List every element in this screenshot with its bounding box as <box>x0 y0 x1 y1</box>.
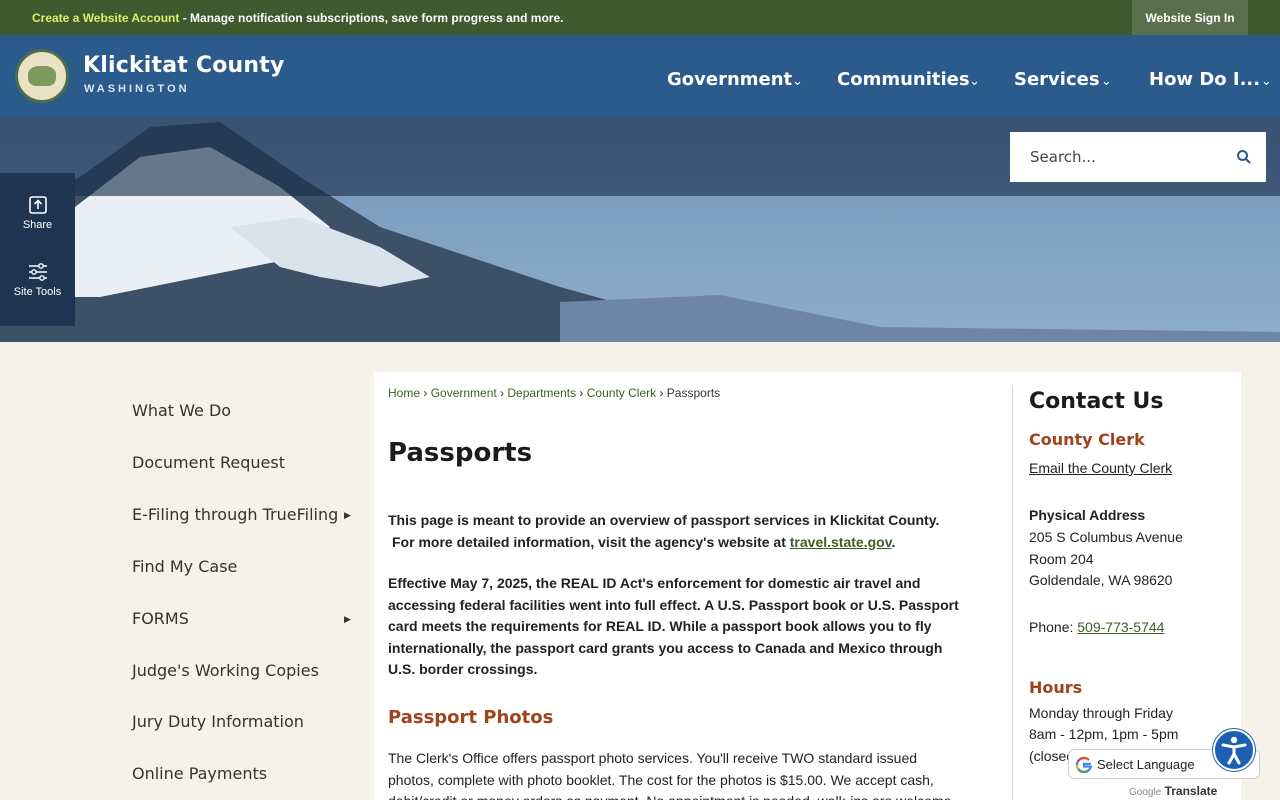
left-nav-forms[interactable]: FORMS <box>132 609 189 628</box>
share-label: Share <box>22 219 53 231</box>
hours-heading: Hours <box>1029 678 1083 697</box>
left-nav-e-filing[interactable]: E-Filing through TrueFiling <box>132 505 338 524</box>
breadcrumb-government[interactable]: Government <box>431 386 497 400</box>
phone-line: Phone: 509-773-5744 <box>1029 619 1164 635</box>
intro-text: For more detailed information, visit the… <box>392 533 790 550</box>
submenu-arrow-icon[interactable]: ▶ <box>344 510 351 521</box>
real-id-line: internationally, the passport card grant… <box>388 639 943 656</box>
sign-in-button[interactable]: Website Sign In <box>1132 0 1248 35</box>
share-icon <box>28 196 47 214</box>
breadcrumb-departments[interactable]: Departments <box>507 386 576 400</box>
hours-line: 8am - 12pm, 1pm - 5pm <box>1029 726 1179 742</box>
hero-banner <box>0 117 1280 342</box>
left-nav-what-we-do[interactable]: What We Do <box>132 401 231 420</box>
phone-label: Phone: <box>1029 619 1078 635</box>
breadcrumb-home[interactable]: Home <box>388 386 420 400</box>
sliders-icon <box>28 263 47 281</box>
submenu-arrow-icon[interactable]: ▶ <box>344 614 351 625</box>
nav-communities[interactable]: Communities <box>837 69 970 90</box>
column-divider <box>1012 386 1013 800</box>
share-button[interactable]: Share <box>0 195 75 231</box>
accessibility-icon[interactable] <box>1213 729 1255 771</box>
breadcrumb-county-clerk[interactable]: County Clerk <box>587 386 656 400</box>
county-seal-logo[interactable] <box>15 49 69 103</box>
intro-line-2: For more detailed information, visit the… <box>388 532 988 554</box>
language-select-label: Select Language <box>1097 757 1195 772</box>
breadcrumb-current: Passports <box>666 386 721 400</box>
chevron-down-icon[interactable]: ⌄ <box>1101 73 1112 89</box>
notification-message: Create a Website Account - Manage notifi… <box>32 11 563 25</box>
search-box <box>1010 132 1266 182</box>
breadcrumb: Home › Government › Departments › County… <box>388 386 721 400</box>
address-line: Room 204 <box>1029 551 1094 567</box>
powered-by-google: Google Translate <box>1129 784 1217 798</box>
contact-department: County Clerk <box>1029 430 1145 449</box>
passport-photos-heading: Passport Photos <box>388 707 554 728</box>
photos-line: debit/credit or money orders as payment.… <box>388 791 988 800</box>
notification-text: - Manage notification subscriptions, sav… <box>179 11 564 25</box>
nav-services[interactable]: Services <box>1014 69 1100 90</box>
site-header: Klickitat County WASHINGTON Government ⌄… <box>0 35 1280 117</box>
intro-line-1: This page is meant to provide an overvie… <box>388 512 940 528</box>
intro-end: . <box>891 533 896 550</box>
chevron-down-icon[interactable]: ⌄ <box>1261 73 1272 89</box>
email-clerk-link[interactable]: Email the County Clerk <box>1029 460 1172 476</box>
photos-line: photos, complete with photo booklet. The… <box>388 771 934 788</box>
notification-bar: Create a Website Account - Manage notifi… <box>0 0 1280 35</box>
site-tools-label: Site Tools <box>13 286 62 298</box>
photos-line: The Clerk's Office offers passport photo… <box>388 750 918 766</box>
nav-government[interactable]: Government <box>667 69 792 90</box>
site-state: WASHINGTON <box>84 83 190 95</box>
hours-line: Monday through Friday <box>1029 705 1173 721</box>
real-id-line: Effective May 7, 2025, the REAL ID Act's… <box>388 575 921 591</box>
left-nav-judges-working-copies[interactable]: Judge's Working Copies <box>132 661 319 680</box>
address-label: Physical Address <box>1029 507 1146 523</box>
chevron-down-icon[interactable]: ⌄ <box>969 73 980 89</box>
address-line: Goldendale, WA 98620 <box>1029 572 1173 588</box>
search-input[interactable] <box>1010 132 1230 182</box>
travel-state-gov-link[interactable]: travel.state.gov <box>790 534 892 550</box>
content-card: Home › Government › Departments › County… <box>374 372 1241 800</box>
address-line: 205 S Columbus Avenue <box>1029 529 1183 545</box>
google-g-icon <box>1075 756 1093 774</box>
photos-paragraph: The Clerk's Office offers passport photo… <box>388 748 988 800</box>
google-label: Google <box>1129 787 1162 798</box>
real-id-line: accessing federal facilities went into f… <box>388 596 959 613</box>
left-nav-online-payments[interactable]: Online Payments <box>132 764 267 783</box>
contact-heading: Contact Us <box>1029 389 1164 414</box>
left-nav-find-my-case[interactable]: Find My Case <box>132 557 237 576</box>
site-tools-button[interactable]: Site Tools <box>0 262 75 298</box>
side-tools-panel: Share Site Tools <box>0 173 75 326</box>
real-id-line: card meets the requirements for REAL ID.… <box>388 618 932 634</box>
real-id-paragraph: Effective May 7, 2025, the REAL ID Act's… <box>388 573 988 681</box>
search-icon[interactable] <box>1236 149 1252 165</box>
site-name[interactable]: Klickitat County <box>83 53 285 78</box>
intro-paragraph: This page is meant to provide an overvie… <box>388 510 988 553</box>
left-nav-document-request[interactable]: Document Request <box>132 453 285 472</box>
create-account-link[interactable]: Create a Website Account <box>32 11 179 25</box>
chevron-down-icon[interactable]: ⌄ <box>792 73 803 89</box>
page-title: Passports <box>388 438 533 468</box>
left-nav-jury-duty[interactable]: Jury Duty Information <box>132 712 304 731</box>
translate-label[interactable]: Translate <box>1165 784 1218 798</box>
accessibility-figure-icon <box>1221 736 1247 765</box>
real-id-line: U.S. border crossings. <box>388 661 538 677</box>
phone-link[interactable]: 509-773-5744 <box>1077 619 1164 635</box>
nav-how-do-i[interactable]: How Do I... <box>1149 69 1260 90</box>
